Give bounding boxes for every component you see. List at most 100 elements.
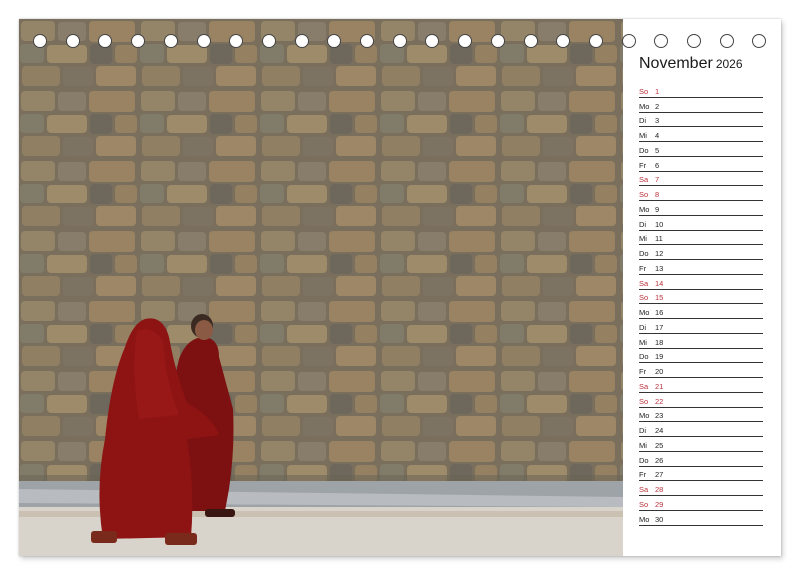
day-number: 17 bbox=[655, 322, 664, 332]
day-row: Fr 20 bbox=[639, 363, 763, 378]
binding-ring bbox=[196, 34, 211, 48]
weekday-label: Mi bbox=[639, 131, 647, 140]
weekday-label: Sa bbox=[639, 381, 649, 391]
day-row: Di 17 bbox=[639, 319, 763, 334]
day-number: 27 bbox=[655, 470, 664, 480]
weekday-label: Do bbox=[639, 455, 649, 465]
weekday-label: Sa bbox=[639, 485, 649, 494]
day-row: Mo 30 bbox=[639, 511, 763, 526]
weekday-label: Di bbox=[639, 322, 647, 332]
binding-ring bbox=[556, 34, 571, 48]
day-row: Fr 6 bbox=[639, 157, 763, 172]
binding-ring bbox=[360, 34, 374, 48]
day-number: 9 bbox=[655, 204, 660, 214]
day-number: 29 bbox=[655, 499, 664, 509]
monks-photo bbox=[19, 19, 623, 556]
weekday-label: Sa bbox=[639, 278, 649, 288]
weekday-label: Di bbox=[639, 219, 647, 229]
weekday-label: Sa bbox=[639, 175, 649, 185]
day-row: Sa 14 bbox=[639, 275, 763, 290]
day-row: Do 5 bbox=[639, 142, 763, 157]
day-number: 13 bbox=[655, 263, 664, 273]
weekday-label: Mo bbox=[639, 411, 650, 421]
binding-ring bbox=[261, 34, 276, 48]
day-row: Mo 9 bbox=[639, 201, 763, 216]
day-number: 18 bbox=[655, 337, 664, 347]
binding-ring bbox=[33, 34, 47, 48]
weekday-label: Di bbox=[639, 426, 647, 435]
day-row: So 22 bbox=[639, 393, 763, 408]
weekday-label: So bbox=[639, 499, 649, 509]
day-number: 19 bbox=[655, 352, 664, 362]
binding-ring bbox=[98, 34, 113, 48]
day-row: Do 12 bbox=[639, 245, 763, 260]
weekday-label: Fr bbox=[639, 263, 647, 273]
binding-rings bbox=[19, 34, 781, 50]
day-number: 10 bbox=[655, 219, 664, 229]
day-number: 14 bbox=[655, 278, 664, 288]
month-name: November bbox=[639, 55, 713, 72]
day-number: 22 bbox=[655, 396, 664, 406]
day-number: 28 bbox=[655, 485, 664, 494]
photo-illustration bbox=[19, 19, 623, 556]
day-number: 11 bbox=[655, 234, 663, 244]
weekday-label: Do bbox=[639, 352, 649, 362]
binding-ring bbox=[719, 34, 734, 48]
day-list: So 1 Mo 2 Di 3 Mi 4 Do 5 Fr 6 Sa 7 So 8 Mo 9 Di 10 Mi 11 Do 12 F… bbox=[639, 83, 763, 526]
weekday-label: So bbox=[639, 190, 649, 199]
day-number: 2 bbox=[655, 101, 660, 111]
binding-ring bbox=[327, 34, 342, 48]
day-number: 20 bbox=[655, 367, 664, 376]
day-row: Sa 28 bbox=[639, 481, 763, 496]
day-row: Mo 16 bbox=[639, 304, 763, 319]
day-row: So 1 bbox=[639, 83, 763, 98]
day-row: Do 19 bbox=[639, 349, 763, 364]
binding-ring bbox=[458, 34, 473, 48]
binding-ring bbox=[131, 34, 146, 48]
day-row: Mi 11 bbox=[639, 231, 763, 246]
calendar-page: November 2026 So 1 Mo 2 Di 3 Mi 4 Do 5 Fr 6 Sa 7 So 8 Mo 9… bbox=[19, 19, 781, 556]
day-row: Mi 18 bbox=[639, 334, 763, 349]
day-number: 12 bbox=[655, 249, 664, 258]
weekday-label: Do bbox=[639, 145, 649, 155]
binding-ring bbox=[654, 34, 669, 48]
weekday-label: Mi bbox=[639, 234, 647, 244]
day-row: Mi 25 bbox=[639, 437, 763, 452]
weekday-label: Mo bbox=[639, 101, 650, 111]
day-number: 1 bbox=[655, 86, 660, 96]
day-number: 3 bbox=[655, 116, 660, 126]
day-row: Do 26 bbox=[639, 452, 763, 467]
day-row: Di 24 bbox=[639, 422, 763, 437]
day-row: So 15 bbox=[639, 290, 763, 305]
day-number: 6 bbox=[655, 160, 660, 170]
day-number: 30 bbox=[655, 514, 664, 524]
day-row: Mi 4 bbox=[639, 127, 763, 142]
day-number: 8 bbox=[655, 190, 660, 199]
weekday-label: Mo bbox=[639, 514, 650, 524]
binding-ring bbox=[621, 34, 636, 48]
binding-ring bbox=[229, 34, 244, 48]
day-number: 23 bbox=[655, 411, 664, 421]
weekday-label: So bbox=[639, 86, 649, 96]
month-title: November 2026 bbox=[639, 55, 774, 77]
day-number: 5 bbox=[655, 145, 660, 155]
day-row: Fr 27 bbox=[639, 467, 763, 482]
binding-ring bbox=[294, 34, 309, 48]
day-row: So 8 bbox=[639, 186, 763, 201]
weekday-label: Mi bbox=[639, 440, 647, 450]
binding-ring bbox=[392, 34, 407, 48]
day-row: Di 10 bbox=[639, 216, 763, 231]
binding-ring bbox=[425, 34, 440, 48]
day-row: Sa 7 bbox=[639, 172, 763, 187]
day-number: 15 bbox=[655, 293, 664, 303]
day-number: 21 bbox=[655, 381, 664, 391]
binding-ring bbox=[687, 34, 701, 48]
day-number: 24 bbox=[655, 426, 664, 435]
weekday-label: Do bbox=[639, 249, 649, 258]
day-number: 7 bbox=[655, 175, 660, 185]
day-number: 4 bbox=[655, 131, 660, 140]
day-row: Mo 23 bbox=[639, 408, 763, 423]
day-row: So 29 bbox=[639, 496, 763, 511]
weekday-label: Fr bbox=[639, 160, 647, 170]
binding-ring bbox=[523, 34, 538, 48]
